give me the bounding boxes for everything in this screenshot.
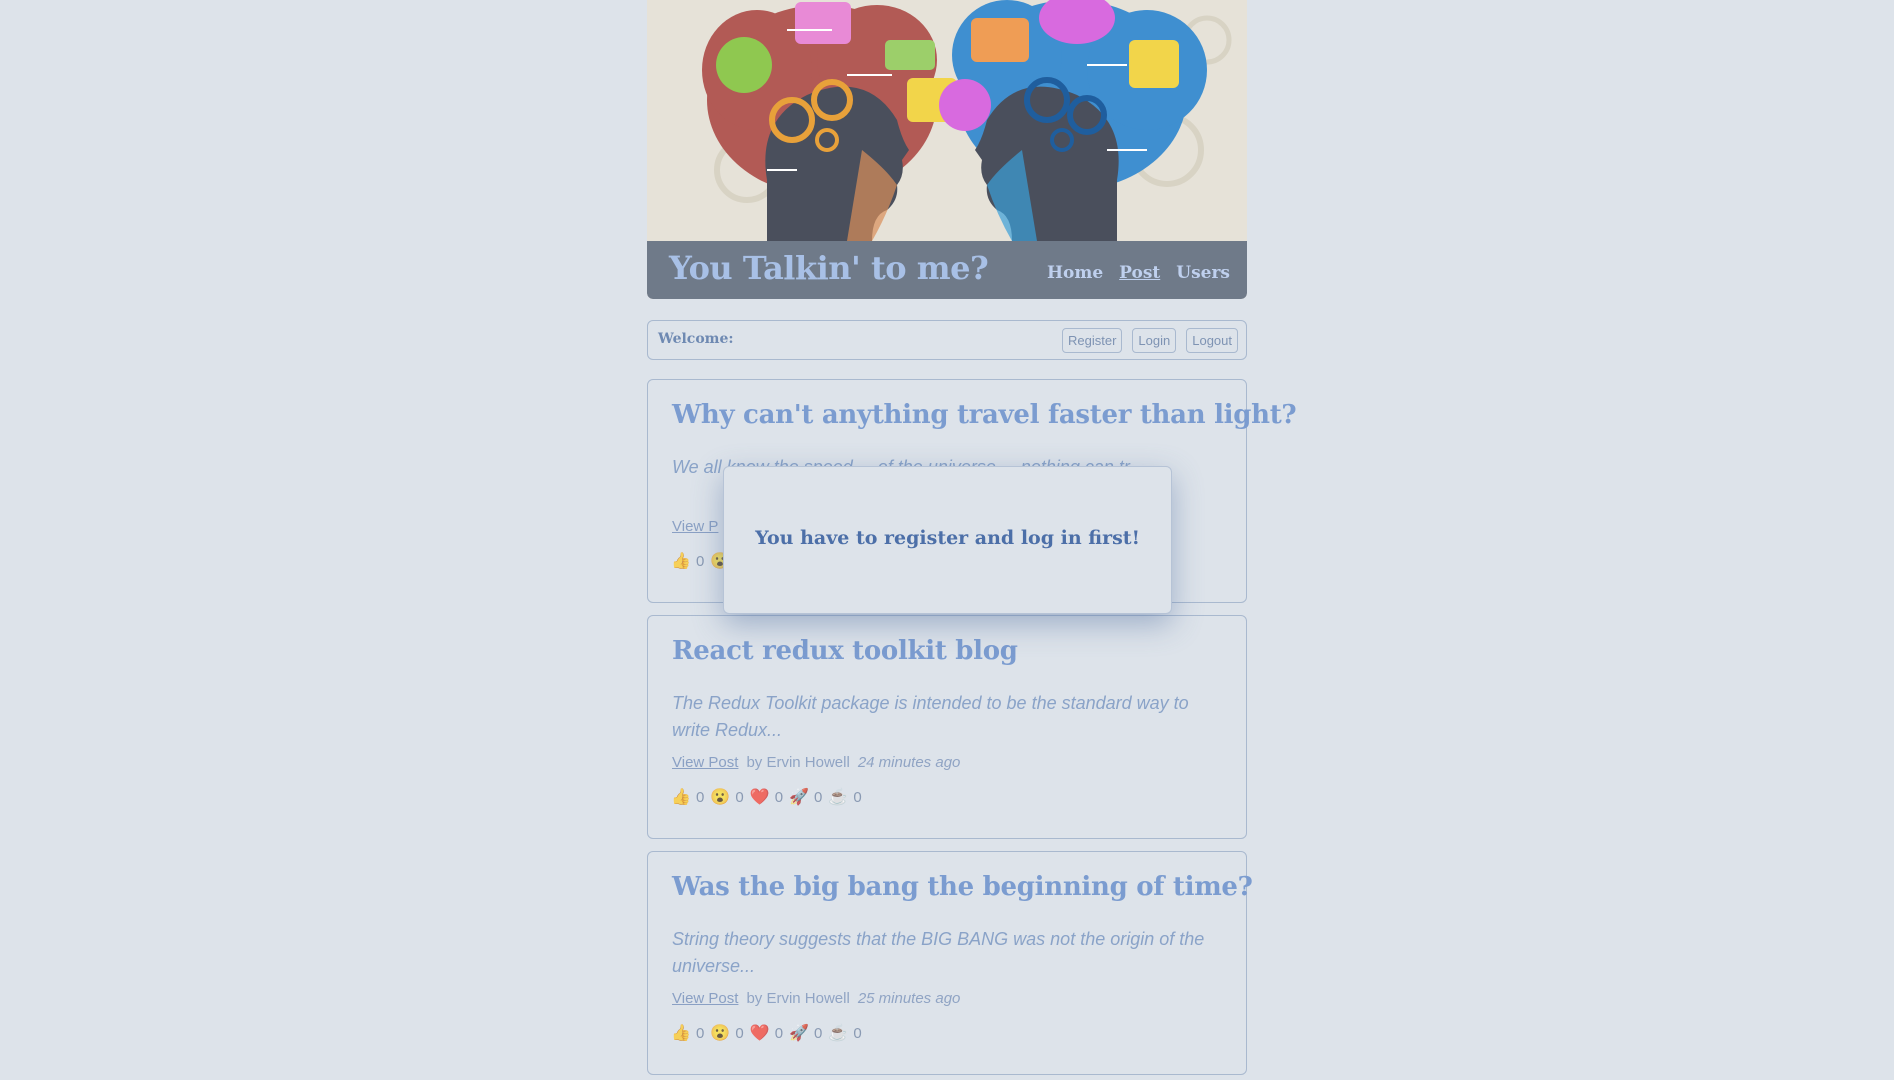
heart-icon: ❤️ bbox=[749, 1025, 770, 1042]
nav-users-link[interactable]: Users bbox=[1176, 263, 1230, 283]
reaction-coffee[interactable]: ☕ 0 bbox=[828, 1024, 862, 1043]
auth-buttons: Register Login Logout bbox=[1062, 328, 1238, 353]
thumbs-up-icon: 👍 bbox=[671, 553, 691, 570]
header-banner: You Talkin' to me? Home Post Users bbox=[647, 0, 1247, 299]
surprised-face-icon: 😮 bbox=[710, 1025, 731, 1042]
post-author: by Ervin Howell bbox=[746, 754, 850, 771]
title-bar: You Talkin' to me? Home Post Users bbox=[647, 241, 1247, 299]
reaction-count: 0 bbox=[774, 1024, 784, 1042]
post-title[interactable]: Was the big bang the beginning of time? bbox=[672, 872, 1253, 902]
reaction-count: 0 bbox=[735, 788, 744, 806]
reaction-count: 0 bbox=[696, 788, 705, 806]
reaction-bar: 👍 0 😮 0 ❤️ 0 🚀 0 ☕ 0 bbox=[671, 788, 862, 807]
register-button[interactable]: Register bbox=[1062, 328, 1123, 353]
reaction-count: 0 bbox=[735, 1024, 744, 1042]
login-required-modal[interactable]: You have to register and log in first! bbox=[723, 466, 1172, 614]
post-time: 25 minutes ago bbox=[857, 990, 961, 1007]
page-container: You Talkin' to me? Home Post Users Welco… bbox=[647, 0, 1297, 1075]
reaction-rocket[interactable]: 🚀 0 bbox=[789, 1024, 823, 1043]
reaction-bar: 👍 0 😮 0 ❤️ 0 🚀 0 ☕ 0 bbox=[671, 1024, 862, 1043]
main-nav: Home Post Users bbox=[1047, 263, 1230, 283]
thumbs-up-icon: 👍 bbox=[671, 789, 691, 806]
banner-illustration bbox=[647, 0, 1247, 241]
reaction-rocket[interactable]: 🚀 0 bbox=[789, 788, 823, 807]
post-card: React redux toolkit blog The Redux Toolk… bbox=[647, 615, 1247, 839]
reaction-count: 0 bbox=[814, 1024, 823, 1042]
heart-icon: ❤️ bbox=[749, 789, 770, 806]
reaction-count: 0 bbox=[774, 788, 784, 806]
reaction-heart[interactable]: ❤️ 0 bbox=[749, 788, 784, 807]
post-meta: View Post by Ervin Howell 24 minutes ago bbox=[672, 754, 960, 771]
reaction-coffee[interactable]: ☕ 0 bbox=[828, 788, 862, 807]
modal-message: You have to register and log in first! bbox=[755, 527, 1140, 549]
coffee-icon: ☕ bbox=[828, 1025, 849, 1042]
post-excerpt: The Redux Toolkit package is intended to… bbox=[672, 693, 1189, 740]
welcome-label: Welcome: bbox=[658, 331, 734, 347]
view-post-link[interactable]: View Post bbox=[672, 990, 738, 1007]
post-meta: View P bbox=[672, 518, 718, 535]
reaction-wow[interactable]: 😮 0 bbox=[710, 788, 744, 807]
logout-button[interactable]: Logout bbox=[1186, 328, 1238, 353]
view-post-link[interactable]: View P bbox=[672, 518, 718, 535]
reaction-wow[interactable]: 😮 0 bbox=[710, 1024, 744, 1043]
post-title[interactable]: Why can't anything travel faster than li… bbox=[672, 400, 1297, 430]
post-title[interactable]: React redux toolkit blog bbox=[672, 636, 1018, 666]
post-author: by Ervin Howell bbox=[746, 990, 850, 1007]
reaction-thumbs-up[interactable]: 👍 0 bbox=[671, 788, 705, 807]
reaction-count: 0 bbox=[696, 552, 705, 570]
reaction-thumbs-up[interactable]: 👍 0 bbox=[671, 1024, 705, 1043]
reaction-heart[interactable]: ❤️ 0 bbox=[749, 1024, 784, 1043]
view-post-link[interactable]: View Post bbox=[672, 754, 738, 771]
reaction-count: 0 bbox=[696, 1024, 705, 1042]
surprised-face-icon: 😮 bbox=[710, 789, 731, 806]
nav-post-link[interactable]: Post bbox=[1119, 263, 1160, 283]
site-title: You Talkin' to me? bbox=[669, 249, 989, 287]
reaction-bar: 👍 0 😮 bbox=[671, 552, 730, 571]
thumbs-up-icon: 👍 bbox=[671, 1025, 691, 1042]
post-time: 24 minutes ago bbox=[857, 754, 961, 771]
reaction-thumbs-up[interactable]: 👍 0 bbox=[671, 552, 705, 571]
post-card: Was the big bang the beginning of time? … bbox=[647, 851, 1253, 1075]
reaction-count: 0 bbox=[814, 788, 823, 806]
post-meta: View Post by Ervin Howell 25 minutes ago bbox=[672, 990, 960, 1007]
coffee-icon: ☕ bbox=[828, 789, 849, 806]
post-excerpt: String theory suggests that the BIG BANG… bbox=[672, 929, 1205, 976]
welcome-bar: Welcome: Register Login Logout bbox=[647, 320, 1247, 360]
rocket-icon: 🚀 bbox=[789, 1025, 809, 1042]
nav-home-link[interactable]: Home bbox=[1047, 263, 1103, 283]
login-button[interactable]: Login bbox=[1132, 328, 1177, 353]
reaction-count: 0 bbox=[853, 788, 862, 806]
reaction-count: 0 bbox=[853, 1024, 862, 1042]
rocket-icon: 🚀 bbox=[789, 789, 809, 806]
